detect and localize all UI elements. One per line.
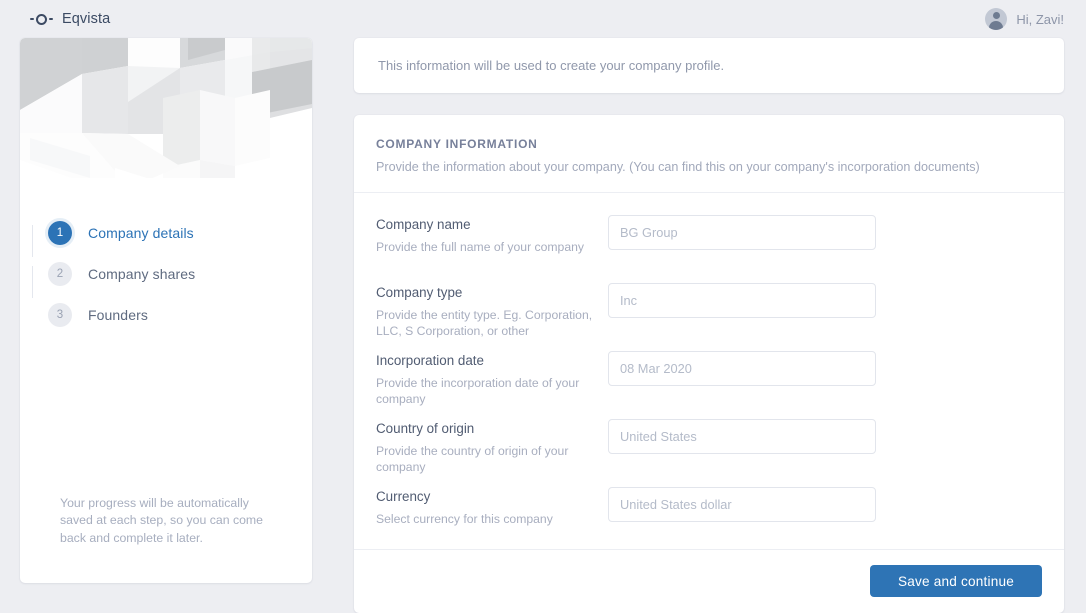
field-incorporation-date: Incorporation date Provide the incorpora…	[376, 345, 1042, 413]
field-country-of-origin: Country of origin Provide the country of…	[376, 413, 1042, 481]
field-control	[608, 419, 1042, 454]
form-body: Company name Provide the full name of yo…	[354, 193, 1064, 549]
step-label: Founders	[88, 307, 148, 323]
sidebar-step-company-details[interactable]: 1 Company details	[48, 213, 312, 253]
field-help: Provide the incorporation date of your c…	[376, 376, 580, 406]
progress-note: Your progress will be automatically save…	[60, 495, 264, 545]
page-layout: 1 Company details 2 Company shares 3 Fou…	[0, 38, 1086, 613]
field-label: Country of origin	[376, 421, 475, 436]
sidebar-step-founders[interactable]: 3 Founders	[48, 295, 312, 335]
save-and-continue-button[interactable]: Save and continue	[869, 565, 1042, 597]
form-subtitle: Provide the information about your compa…	[376, 160, 980, 174]
field-description: Company name Provide the full name of yo…	[376, 215, 608, 255]
field-label: Currency	[376, 489, 431, 504]
field-help: Provide the full name of your company	[376, 240, 584, 254]
field-currency: Currency Select currency for this compan…	[376, 481, 1042, 549]
brand-name: Eqvista	[62, 11, 111, 27]
field-control	[608, 351, 1042, 386]
sidebar-panel: 1 Company details 2 Company shares 3 Fou…	[20, 38, 312, 583]
decorative-isometric-graphic	[20, 38, 312, 195]
field-help: Provide the country of origin of your co…	[376, 444, 569, 474]
field-control	[608, 283, 1042, 318]
field-control	[608, 215, 1042, 250]
main-column: This information will be used to create …	[354, 38, 1064, 613]
form-footer: Save and continue	[354, 549, 1064, 613]
field-description: Incorporation date Provide the incorpora…	[376, 351, 608, 407]
info-banner-card: This information will be used to create …	[354, 38, 1064, 93]
step-number: 3	[48, 303, 72, 327]
field-description: Company type Provide the entity type. Eg…	[376, 283, 608, 339]
country-of-origin-input[interactable]	[608, 419, 876, 454]
company-name-input[interactable]	[608, 215, 876, 250]
field-help: Select currency for this company	[376, 512, 553, 526]
field-label: Company name	[376, 217, 471, 232]
field-description: Country of origin Provide the country of…	[376, 419, 608, 475]
field-company-type: Company type Provide the entity type. Eg…	[376, 277, 1042, 345]
step-number: 1	[48, 221, 72, 245]
company-information-card: COMPANY INFORMATION Provide the informat…	[354, 115, 1064, 613]
field-label: Company type	[376, 285, 463, 300]
step-number: 2	[48, 262, 72, 286]
form-title: COMPANY INFORMATION	[376, 137, 538, 151]
top-bar: Eqvista Hi, Zavi!	[0, 0, 1086, 38]
field-help: Provide the entity type. Eg. Corporation…	[376, 308, 593, 338]
step-connector	[31, 225, 33, 257]
brand[interactable]: Eqvista	[30, 11, 110, 27]
field-company-name: Company name Provide the full name of yo…	[376, 209, 1042, 277]
form-header: COMPANY INFORMATION Provide the informat…	[354, 115, 1064, 193]
step-label: Company shares	[88, 266, 196, 282]
incorporation-date-input[interactable]	[608, 351, 876, 386]
user-avatar-icon	[985, 8, 1008, 30]
currency-input[interactable]	[608, 487, 876, 522]
step-list: 1 Company details 2 Company shares 3 Fou…	[20, 195, 312, 335]
field-description: Currency Select currency for this compan…	[376, 487, 608, 527]
step-label: Company details	[88, 225, 194, 241]
sidebar-footer: Your progress will be automatically save…	[20, 495, 312, 584]
field-control	[608, 487, 1042, 522]
info-banner-text: This information will be used to create …	[378, 58, 725, 73]
user-greeting: Hi, Zavi!	[1016, 11, 1064, 27]
company-type-input[interactable]	[608, 283, 876, 318]
dash-circle-dash-logo-icon	[30, 13, 53, 25]
sidebar-step-company-shares[interactable]: 2 Company shares	[48, 254, 312, 294]
field-label: Incorporation date	[376, 353, 484, 368]
step-connector	[31, 266, 33, 298]
user-menu[interactable]: Hi, Zavi!	[985, 8, 1064, 30]
